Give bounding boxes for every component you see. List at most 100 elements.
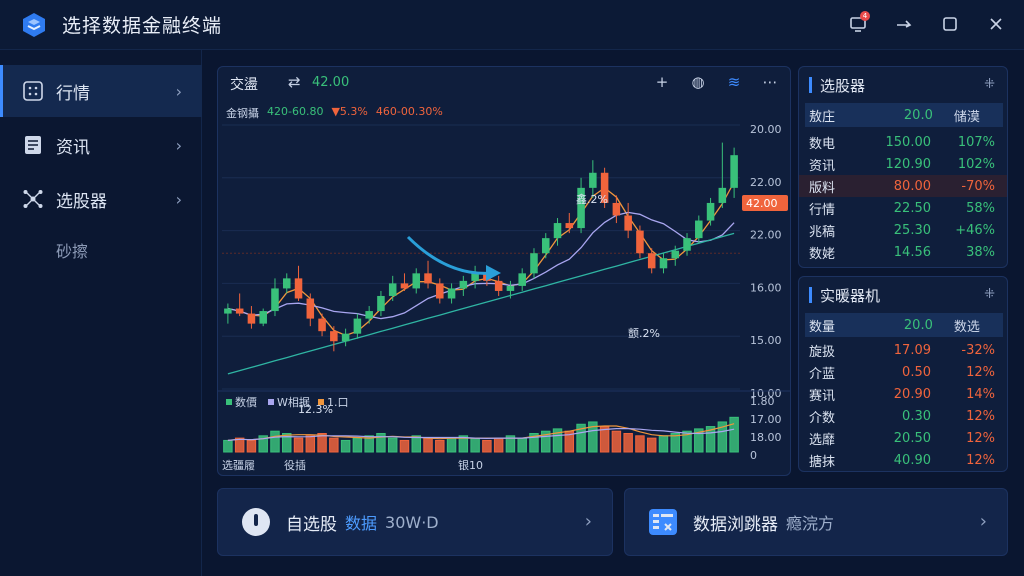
volume-bar[interactable]	[470, 437, 480, 453]
volume-bar[interactable]	[599, 426, 610, 453]
sidebar-item-stock-picker[interactable]: 选股器 ›	[0, 173, 202, 225]
volume-bar[interactable]	[352, 437, 363, 453]
layers-icon[interactable]: ≋	[724, 72, 744, 92]
candle-body[interactable]	[447, 288, 456, 299]
add-icon[interactable]: +	[652, 72, 672, 92]
volume-bar[interactable]	[623, 433, 633, 453]
candle-body[interactable]	[318, 318, 326, 332]
candle-body[interactable]	[541, 238, 550, 254]
volume-bar[interactable]	[517, 437, 527, 453]
candle-body[interactable]	[436, 283, 444, 299]
notification-button[interactable]: 4	[844, 10, 872, 38]
volume-bar[interactable]	[329, 437, 339, 453]
volume-bar[interactable]	[270, 430, 280, 453]
candle-body[interactable]	[247, 313, 256, 324]
sidebar-item-market[interactable]: 行情 ›	[0, 65, 202, 117]
table-row[interactable]: 介数 0.30 12%	[799, 405, 1007, 427]
candle-body[interactable]	[224, 308, 232, 314]
watchlist-card[interactable]: 自选股 数据 30W·D ›	[217, 488, 613, 556]
volume-bar[interactable]	[234, 437, 245, 453]
volume-legend-swatch	[226, 399, 232, 405]
volume-bar[interactable]	[246, 439, 257, 453]
volume-bar[interactable]	[305, 435, 316, 453]
candle-body[interactable]	[235, 308, 244, 314]
candle-body[interactable]	[306, 298, 315, 319]
candle-body[interactable]	[695, 220, 703, 239]
volume-bar[interactable]	[293, 437, 304, 453]
candle-body[interactable]	[377, 295, 385, 312]
table-row[interactable]: 搪抹 40.90 12%	[799, 449, 1007, 471]
table-row[interactable]: 旋扱 17.09 -32%	[799, 339, 1007, 361]
candle-body[interactable]	[612, 202, 621, 216]
volume-bar[interactable]	[446, 437, 457, 453]
candle-body[interactable]	[353, 318, 362, 334]
candle-body[interactable]	[259, 311, 267, 324]
candle-body[interactable]	[459, 280, 468, 289]
volume-bar[interactable]	[658, 435, 669, 453]
candle-body[interactable]	[671, 250, 680, 259]
table-row[interactable]: 介蓝 0.50 12%	[799, 361, 1007, 383]
volume-bar[interactable]	[493, 437, 504, 453]
table-row[interactable]: 版料 80.00 -70%	[799, 175, 1007, 197]
volume-bar[interactable]	[611, 430, 622, 453]
volume-bar[interactable]	[435, 439, 445, 453]
candle-body[interactable]	[730, 155, 738, 188]
grid-dots-icon[interactable]: ⁜	[984, 287, 995, 302]
data-browser-card[interactable]: 数据浏跳器 瘾浣方 ›	[624, 488, 1008, 556]
volume-bar[interactable]	[399, 439, 410, 453]
candle-body[interactable]	[494, 280, 503, 291]
maximize-button[interactable]	[936, 10, 964, 38]
more-icon[interactable]: ⋯	[760, 72, 780, 92]
table-row[interactable]: 行情 22.50 58%	[799, 197, 1007, 219]
price-axis-label: 22.00	[750, 229, 782, 242]
volume-bar[interactable]	[482, 439, 492, 453]
candle-body[interactable]	[294, 278, 303, 299]
table-row[interactable]: 数电 150.00 107%	[799, 131, 1007, 153]
volume-bar[interactable]	[340, 439, 351, 453]
candle-body[interactable]	[553, 223, 562, 239]
watchlist-link[interactable]: 数据	[345, 510, 377, 534]
sidebar-subitem[interactable]: 砂擦	[56, 238, 88, 262]
candle-body[interactable]	[565, 223, 574, 229]
volume-bar[interactable]	[646, 437, 657, 453]
candle-body[interactable]	[388, 283, 397, 296]
candle-body[interactable]	[506, 285, 515, 291]
volume-bar[interactable]	[729, 416, 739, 453]
candle-body[interactable]	[718, 187, 727, 203]
volume-bar[interactable]	[411, 435, 421, 453]
table-row[interactable]: 资讯 120.90 102%	[799, 153, 1007, 175]
candle-body[interactable]	[400, 283, 409, 289]
candle-body[interactable]	[365, 311, 373, 319]
candle-body[interactable]	[647, 253, 656, 269]
candle-body[interactable]	[282, 278, 291, 289]
candle-body[interactable]	[341, 333, 350, 342]
table-row[interactable]: 兆稿 25.30 +46%	[799, 219, 1007, 241]
swap-icon[interactable]: ⇄	[288, 73, 301, 91]
table-row[interactable]: 赛讯 20.90 14%	[799, 383, 1007, 405]
candle-body[interactable]	[412, 273, 421, 289]
candle-body[interactable]	[589, 172, 597, 188]
candle-body[interactable]	[659, 258, 668, 269]
candle-body[interactable]	[424, 273, 432, 284]
pin-button[interactable]	[890, 10, 918, 38]
volume-bar[interactable]	[423, 437, 433, 453]
volume-bar[interactable]	[223, 439, 233, 453]
candle-body[interactable]	[683, 238, 691, 251]
table-row[interactable]: 选靡 20.50 12%	[799, 427, 1007, 449]
volume-bar[interactable]	[387, 437, 398, 453]
candle-body[interactable]	[706, 202, 715, 221]
document-icon	[25, 136, 41, 154]
candle-body[interactable]	[530, 253, 538, 274]
candle-body[interactable]	[271, 288, 279, 312]
candlestick-chart[interactable]: 20.0022.0022.0016.0015.0010.00鑫.2%颤.2%12…	[218, 97, 790, 475]
grid-dots-icon[interactable]: ⁜	[984, 77, 995, 92]
candle-body[interactable]	[330, 331, 338, 342]
volume-bar[interactable]	[635, 435, 645, 453]
candle-body[interactable]	[518, 273, 526, 286]
palette-icon[interactable]: ◍	[688, 72, 708, 92]
close-button[interactable]	[982, 10, 1010, 38]
candle-body[interactable]	[624, 215, 632, 231]
sidebar-item-news[interactable]: 资讯 ›	[0, 119, 202, 171]
candle-body[interactable]	[636, 230, 644, 254]
table-row[interactable]: 数姥 14.56 38%	[799, 241, 1007, 263]
